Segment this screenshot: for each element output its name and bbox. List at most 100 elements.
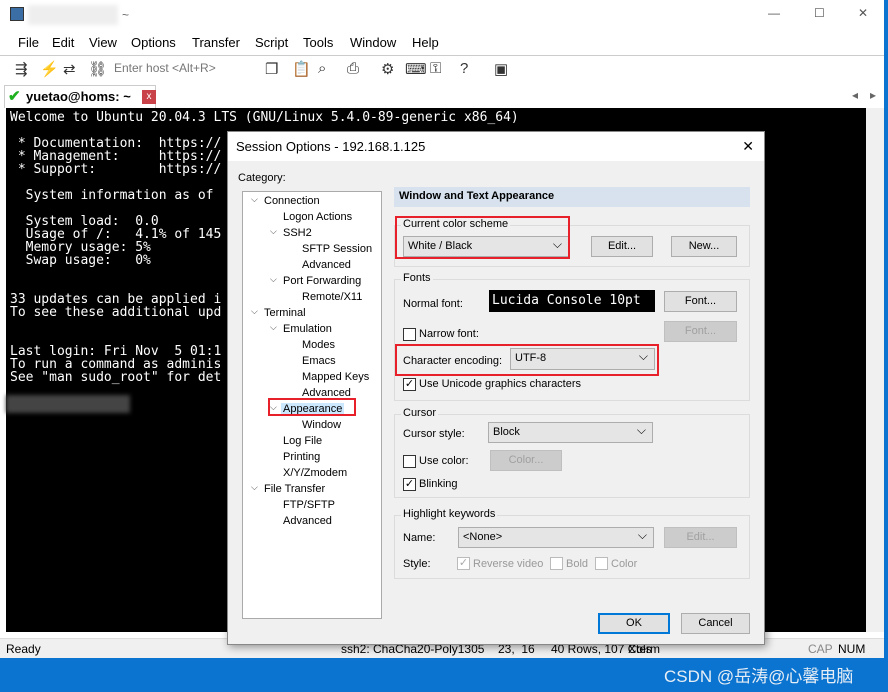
dialog-title-bar: Session Options - 192.168.1.125 ✕ xyxy=(228,132,764,161)
tab-close-button[interactable]: x xyxy=(142,90,156,104)
narrow-font-button[interactable]: Font... xyxy=(664,321,737,342)
fonts-label: Fonts xyxy=(401,272,433,284)
narrow-font-checkbox[interactable] xyxy=(403,328,416,341)
bold-label: Bold xyxy=(566,558,589,570)
print-icon[interactable]: ⎙ xyxy=(347,60,359,77)
tab-scroll-right[interactable]: ▸ xyxy=(870,88,876,102)
app-icon xyxy=(10,7,24,21)
ok-button[interactable]: OK xyxy=(598,613,670,634)
menu-window[interactable]: Window xyxy=(350,35,396,50)
reverse-video-checkbox[interactable]: ✓ xyxy=(457,557,470,570)
normal-font-button[interactable]: Font... xyxy=(664,291,737,312)
expand-chevron-icon[interactable]: ⌵ xyxy=(270,322,277,333)
tree-item[interactable]: Modes xyxy=(302,339,335,351)
cursor-style-select[interactable]: Block xyxy=(488,422,653,443)
tree-item[interactable]: Advanced xyxy=(302,259,351,271)
tree-item[interactable]: Advanced xyxy=(283,515,332,527)
menu-tools[interactable]: Tools xyxy=(303,35,333,50)
cursor-style-label: Cursor style: xyxy=(403,428,465,440)
menu-view[interactable]: View xyxy=(89,35,117,50)
tree-item[interactable]: Remote/X11 xyxy=(302,291,362,303)
panel-header: Window and Text Appearance xyxy=(394,187,750,207)
tree-item[interactable]: File Transfer xyxy=(264,483,325,495)
normal-font-label: Normal font: xyxy=(403,298,463,310)
session-tab[interactable]: ✔ yuetao@homs: ~ x xyxy=(4,85,156,108)
minimize-button[interactable]: — xyxy=(768,6,780,20)
tree-item[interactable]: Mapped Keys xyxy=(302,371,369,383)
dialog-title: Session Options - 192.168.1.125 xyxy=(236,139,426,154)
expand-chevron-icon[interactable]: ⌵ xyxy=(270,226,277,237)
copy-icon[interactable]: ❐ xyxy=(265,60,278,78)
window-title-suffix: ~ xyxy=(122,8,130,22)
sftp-icon[interactable]: ▣ xyxy=(494,60,508,78)
narrow-font-label: Narrow font: xyxy=(419,328,479,340)
bold-checkbox[interactable] xyxy=(550,557,563,570)
dialog-close-button[interactable]: ✕ xyxy=(742,138,754,155)
tree-item[interactable]: Emulation xyxy=(283,323,332,335)
panel-header-text: Window and Text Appearance xyxy=(399,190,555,202)
settings-icon[interactable]: ⚙ xyxy=(381,60,394,78)
menu-script[interactable]: Script xyxy=(255,35,288,50)
tree-item[interactable]: SSH2 xyxy=(283,227,312,239)
link-icon[interactable]: ⛓ xyxy=(88,60,107,78)
expand-chevron-icon[interactable]: ⌵ xyxy=(251,482,258,493)
normal-font-preview: Lucida Console 10pt xyxy=(489,290,655,312)
cursor-style-value: Block xyxy=(493,426,520,438)
tree-item[interactable]: Window xyxy=(302,419,341,431)
tree-item[interactable]: X/Y/Zmodem xyxy=(283,467,347,479)
normal-font-value: Lucida Console 10pt xyxy=(492,293,641,308)
use-color-checkbox[interactable] xyxy=(403,455,416,468)
paste-icon[interactable]: 📋 xyxy=(292,60,311,78)
menu-edit[interactable]: Edit xyxy=(52,35,74,50)
highlight-label: Highlight keywords xyxy=(401,508,498,520)
expand-chevron-icon[interactable]: ⌵ xyxy=(251,194,258,205)
help-icon[interactable]: ? xyxy=(460,60,468,77)
tree-item[interactable]: Terminal xyxy=(264,307,306,319)
tree-item[interactable]: SFTP Session xyxy=(302,243,372,255)
tree-item[interactable]: Emacs xyxy=(302,355,336,367)
menu-file[interactable]: File xyxy=(18,35,39,50)
maximize-button[interactable]: ☐ xyxy=(814,6,825,20)
use-color-label: Use color: xyxy=(419,455,469,467)
connect-icon[interactable]: ⇶ xyxy=(15,60,28,78)
tree-item[interactable]: Log File xyxy=(283,435,322,447)
tree-item[interactable]: Connection xyxy=(264,195,320,207)
keymap-icon[interactable]: ⌨ xyxy=(405,60,427,78)
highlight-name-value: <None> xyxy=(463,531,503,543)
menu-help[interactable]: Help xyxy=(412,35,439,50)
reconnect-icon[interactable]: ⇄ xyxy=(63,60,76,78)
close-window-button[interactable]: ✕ xyxy=(858,6,868,20)
tab-scroll-left[interactable]: ◂ xyxy=(852,88,858,102)
host-input[interactable]: Enter host <Alt+R> xyxy=(114,61,216,75)
tree-item[interactable]: Port Forwarding xyxy=(283,275,361,287)
blinking-checkbox[interactable]: ✓ xyxy=(403,478,416,491)
new-scheme-button[interactable]: New... xyxy=(671,236,737,257)
expand-chevron-icon[interactable]: ⌵ xyxy=(251,306,258,317)
category-label: Category: xyxy=(238,172,286,184)
cursor-label: Cursor xyxy=(401,407,439,419)
tree-item[interactable]: Printing xyxy=(283,451,320,463)
expand-chevron-icon[interactable]: ⌵ xyxy=(270,274,277,285)
menu-transfer[interactable]: Transfer xyxy=(192,35,240,50)
edit-scheme-button[interactable]: Edit... xyxy=(591,236,653,257)
lightning-icon[interactable]: ⚡ xyxy=(40,60,59,78)
terminal-scrollbar[interactable] xyxy=(866,108,884,632)
tree-item[interactable]: FTP/SFTP xyxy=(283,499,335,511)
blurred-title xyxy=(28,5,118,25)
highlight-name-select[interactable]: <None> xyxy=(458,527,654,548)
color-checkbox[interactable] xyxy=(595,557,608,570)
highlight-edit-button[interactable]: Edit... xyxy=(664,527,737,548)
blinking-label: Blinking xyxy=(419,478,458,490)
watermark: CSDN @岳涛@心馨电脑 xyxy=(664,667,854,686)
highlight-box-color-scheme xyxy=(395,216,570,259)
session-options-dialog: Session Options - 192.168.1.125 ✕ Catego… xyxy=(227,131,765,645)
cursor-color-button[interactable]: Color... xyxy=(490,450,562,471)
highlight-name-label: Name: xyxy=(403,532,436,544)
menu-options[interactable]: Options xyxy=(131,35,176,50)
cancel-button[interactable]: Cancel xyxy=(681,613,750,634)
unicode-graphics-checkbox[interactable]: ✓ xyxy=(403,378,416,391)
key-icon[interactable]: ⚿ xyxy=(430,60,441,77)
color-label: Color xyxy=(611,558,638,570)
find-icon[interactable]: ⌕ xyxy=(318,60,326,77)
tree-item[interactable]: Logon Actions xyxy=(283,211,352,223)
